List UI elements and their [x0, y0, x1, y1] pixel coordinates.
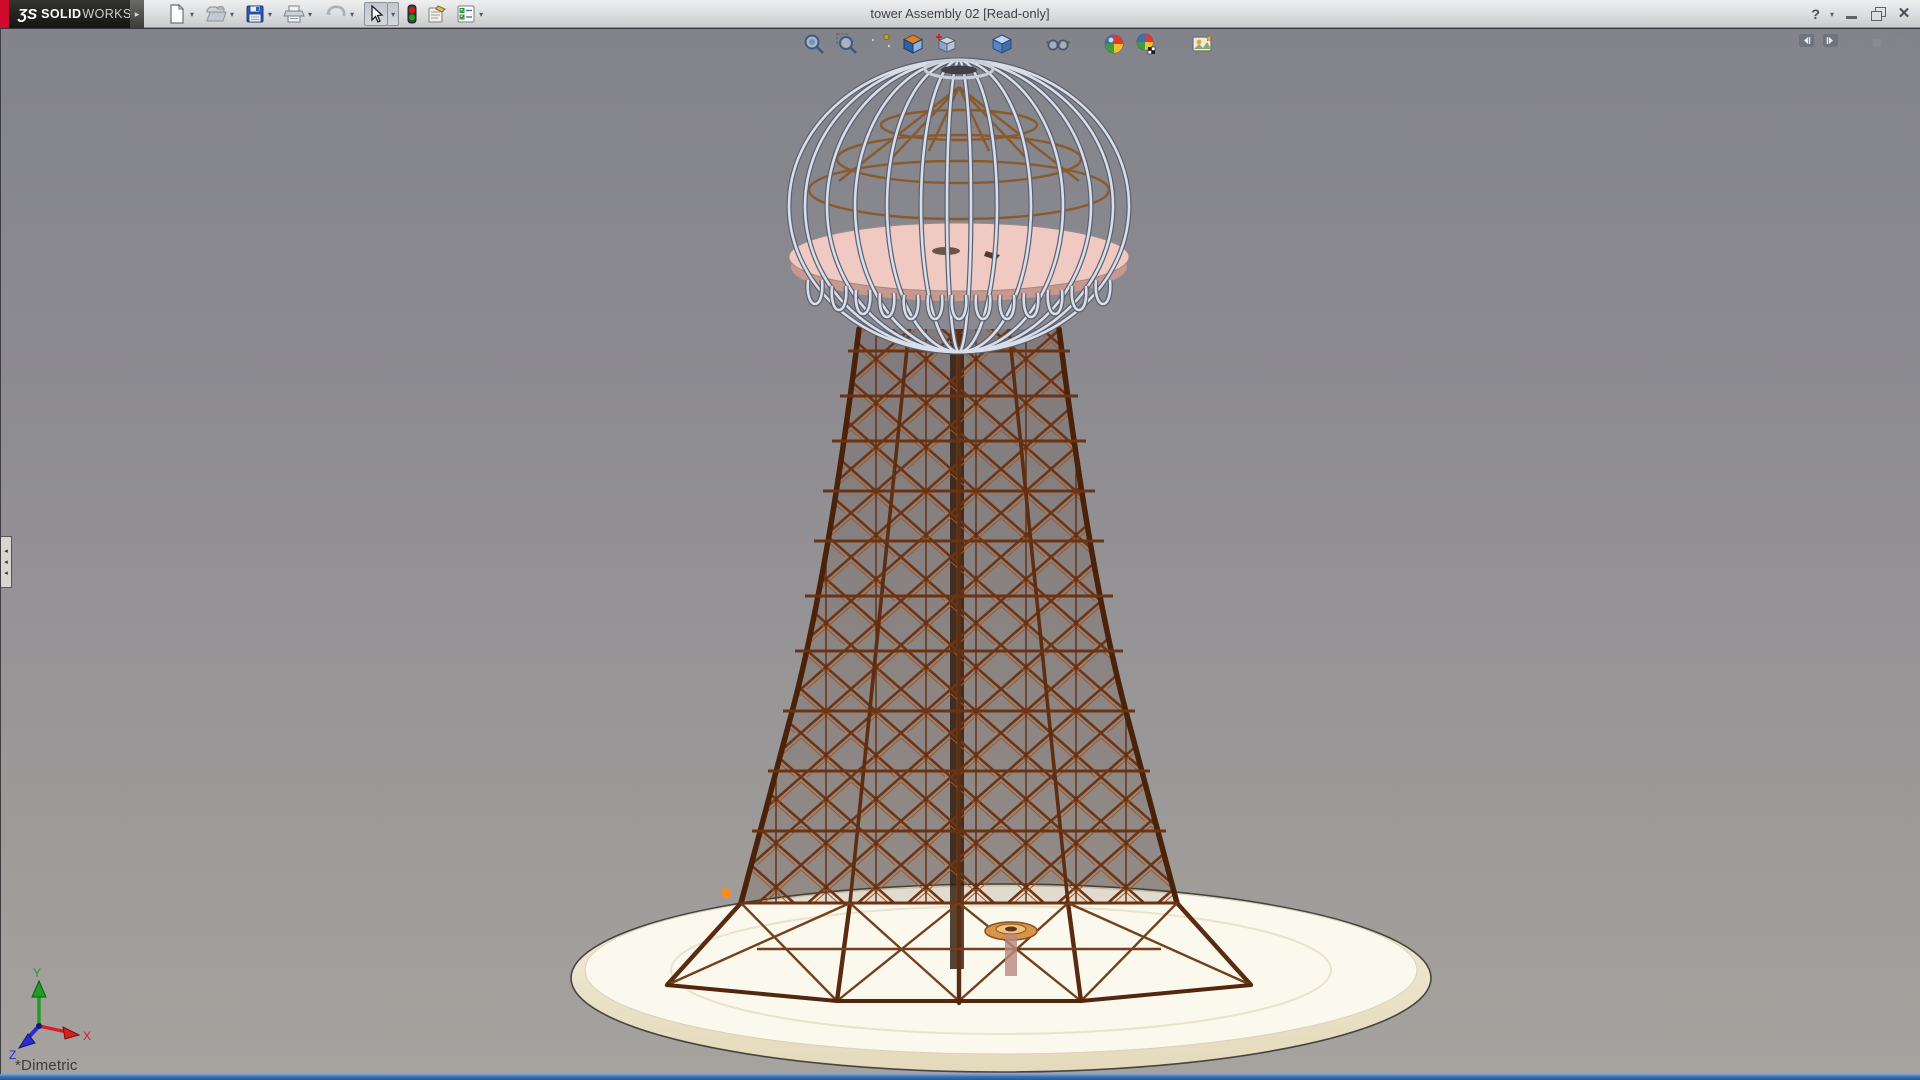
standard-views-icon: [936, 34, 957, 53]
tower-assembly-model[interactable]: Y X Z: [1, 29, 1920, 1074]
title-bar: ƷS SOLID WORKS ▸ tower Assembly 02 [Read…: [0, 0, 1920, 28]
restore-button[interactable]: [1870, 7, 1886, 21]
hide-show-items-icon: [1045, 39, 1071, 51]
print-icon: [283, 5, 305, 23]
dock-pane-right-button[interactable]: [1823, 34, 1838, 47]
document-close-button[interactable]: ✕: [1895, 33, 1910, 47]
zoom-to-area-icon: [836, 33, 857, 54]
zoom-to-area-button[interactable]: [834, 31, 860, 57]
options-dropdown-caret[interactable]: ▾: [479, 10, 483, 19]
apply-scene-button[interactable]: [1134, 31, 1160, 57]
tab-arrow-icon: ◂: [4, 569, 8, 577]
options-list-button[interactable]: [455, 2, 477, 26]
save-button[interactable]: [244, 2, 266, 26]
triad-y-label: Y: [33, 966, 41, 980]
edit-appearance-button[interactable]: [1101, 31, 1127, 57]
print-dropdown-caret[interactable]: ▾: [308, 10, 312, 19]
new-document-icon: [170, 4, 185, 24]
reference-triad: Y X Z: [9, 966, 91, 1062]
minimize-button[interactable]: [1844, 7, 1860, 21]
open-document-button[interactable]: [204, 2, 228, 26]
taskbar-edge: [0, 1074, 1920, 1080]
logo-red-stripe: [0, 0, 9, 28]
undo-icon: [326, 5, 346, 17]
save-icon: [246, 5, 264, 23]
open-dropdown-caret[interactable]: ▾: [230, 10, 234, 19]
selection-marker-dot: [721, 888, 731, 898]
cupola-dome[interactable]: [789, 60, 1129, 352]
view-settings-button[interactable]: [1190, 31, 1216, 57]
section-view-icon: [871, 33, 890, 54]
solidworks-logo: ƷS SOLID WORKS: [0, 0, 132, 28]
view-orientation-label: *Dimetric: [15, 1057, 78, 1074]
titlebar-caption-buttons: ? ▾ ✕: [1811, 0, 1912, 28]
zoom-to-fit-button[interactable]: [801, 31, 827, 57]
view-orientation-button[interactable]: [900, 31, 926, 57]
logo-ds-glyph: ƷS: [18, 5, 38, 23]
design-binder-icon: [428, 5, 446, 23]
document-minimize-button[interactable]: [1847, 34, 1862, 47]
options-list-icon: [457, 5, 475, 23]
display-style-button[interactable]: [989, 31, 1015, 57]
zoom-to-fit-icon: [804, 34, 824, 54]
standard-views-button[interactable]: [933, 31, 959, 57]
tab-arrow-icon: ◂: [4, 547, 8, 555]
help-button[interactable]: ?: [1811, 6, 1820, 22]
brand-name-light: WORKS: [82, 7, 132, 21]
brand-name-bold: SOLID: [41, 7, 82, 21]
open-document-icon: [206, 5, 227, 22]
view-orientation-icon: [902, 34, 924, 54]
display-style-icon: [991, 34, 1013, 54]
section-view-button[interactable]: [867, 31, 893, 57]
appearance-stoplight-icon: [407, 4, 417, 24]
close-button[interactable]: ✕: [1896, 6, 1912, 21]
graphics-viewport[interactable]: Y X Z ✕ ◂ ◂ ◂ *Dimetric: [0, 28, 1920, 1074]
new-document-button[interactable]: [166, 2, 188, 26]
appearance-stoplight-button[interactable]: [405, 2, 419, 26]
new-dropdown-caret[interactable]: ▾: [190, 10, 194, 19]
save-dropdown-caret[interactable]: ▾: [268, 10, 272, 19]
dock-pane-left-button[interactable]: [1799, 34, 1814, 47]
edit-appearance-icon: [1104, 34, 1124, 54]
triad-x-label: X: [83, 1029, 91, 1043]
view-settings-icon: [1192, 34, 1213, 52]
undo-button[interactable]: [322, 2, 348, 26]
standard-toolbar: ▾ ▾ ▾ ▾ ▾ ▾ ▾: [166, 0, 487, 28]
apply-scene-icon: [1136, 33, 1156, 55]
select-dropdown-caret[interactable]: ▾: [388, 2, 400, 26]
tab-arrow-icon: ◂: [4, 558, 8, 566]
select-cursor-icon: [371, 4, 384, 23]
select-cursor-button[interactable]: [364, 2, 389, 26]
print-button[interactable]: [282, 2, 306, 26]
menu-expand-arrow[interactable]: ▸: [130, 0, 144, 28]
dome-platform-disc: [788, 222, 1130, 292]
hide-show-items-button[interactable]: [1045, 31, 1071, 57]
document-restore-button[interactable]: [1871, 34, 1886, 47]
undo-dropdown-caret[interactable]: ▾: [350, 10, 354, 19]
heads-up-view-toolbar: [801, 31, 1216, 57]
document-window-controls: ✕: [1799, 33, 1910, 47]
design-binder-button[interactable]: [425, 2, 449, 26]
circular-platform[interactable]: [570, 883, 1432, 1073]
feature-manager-collapsed-tab[interactable]: ◂ ◂ ◂: [1, 536, 12, 588]
help-dropdown-caret[interactable]: ▾: [1830, 10, 1834, 19]
